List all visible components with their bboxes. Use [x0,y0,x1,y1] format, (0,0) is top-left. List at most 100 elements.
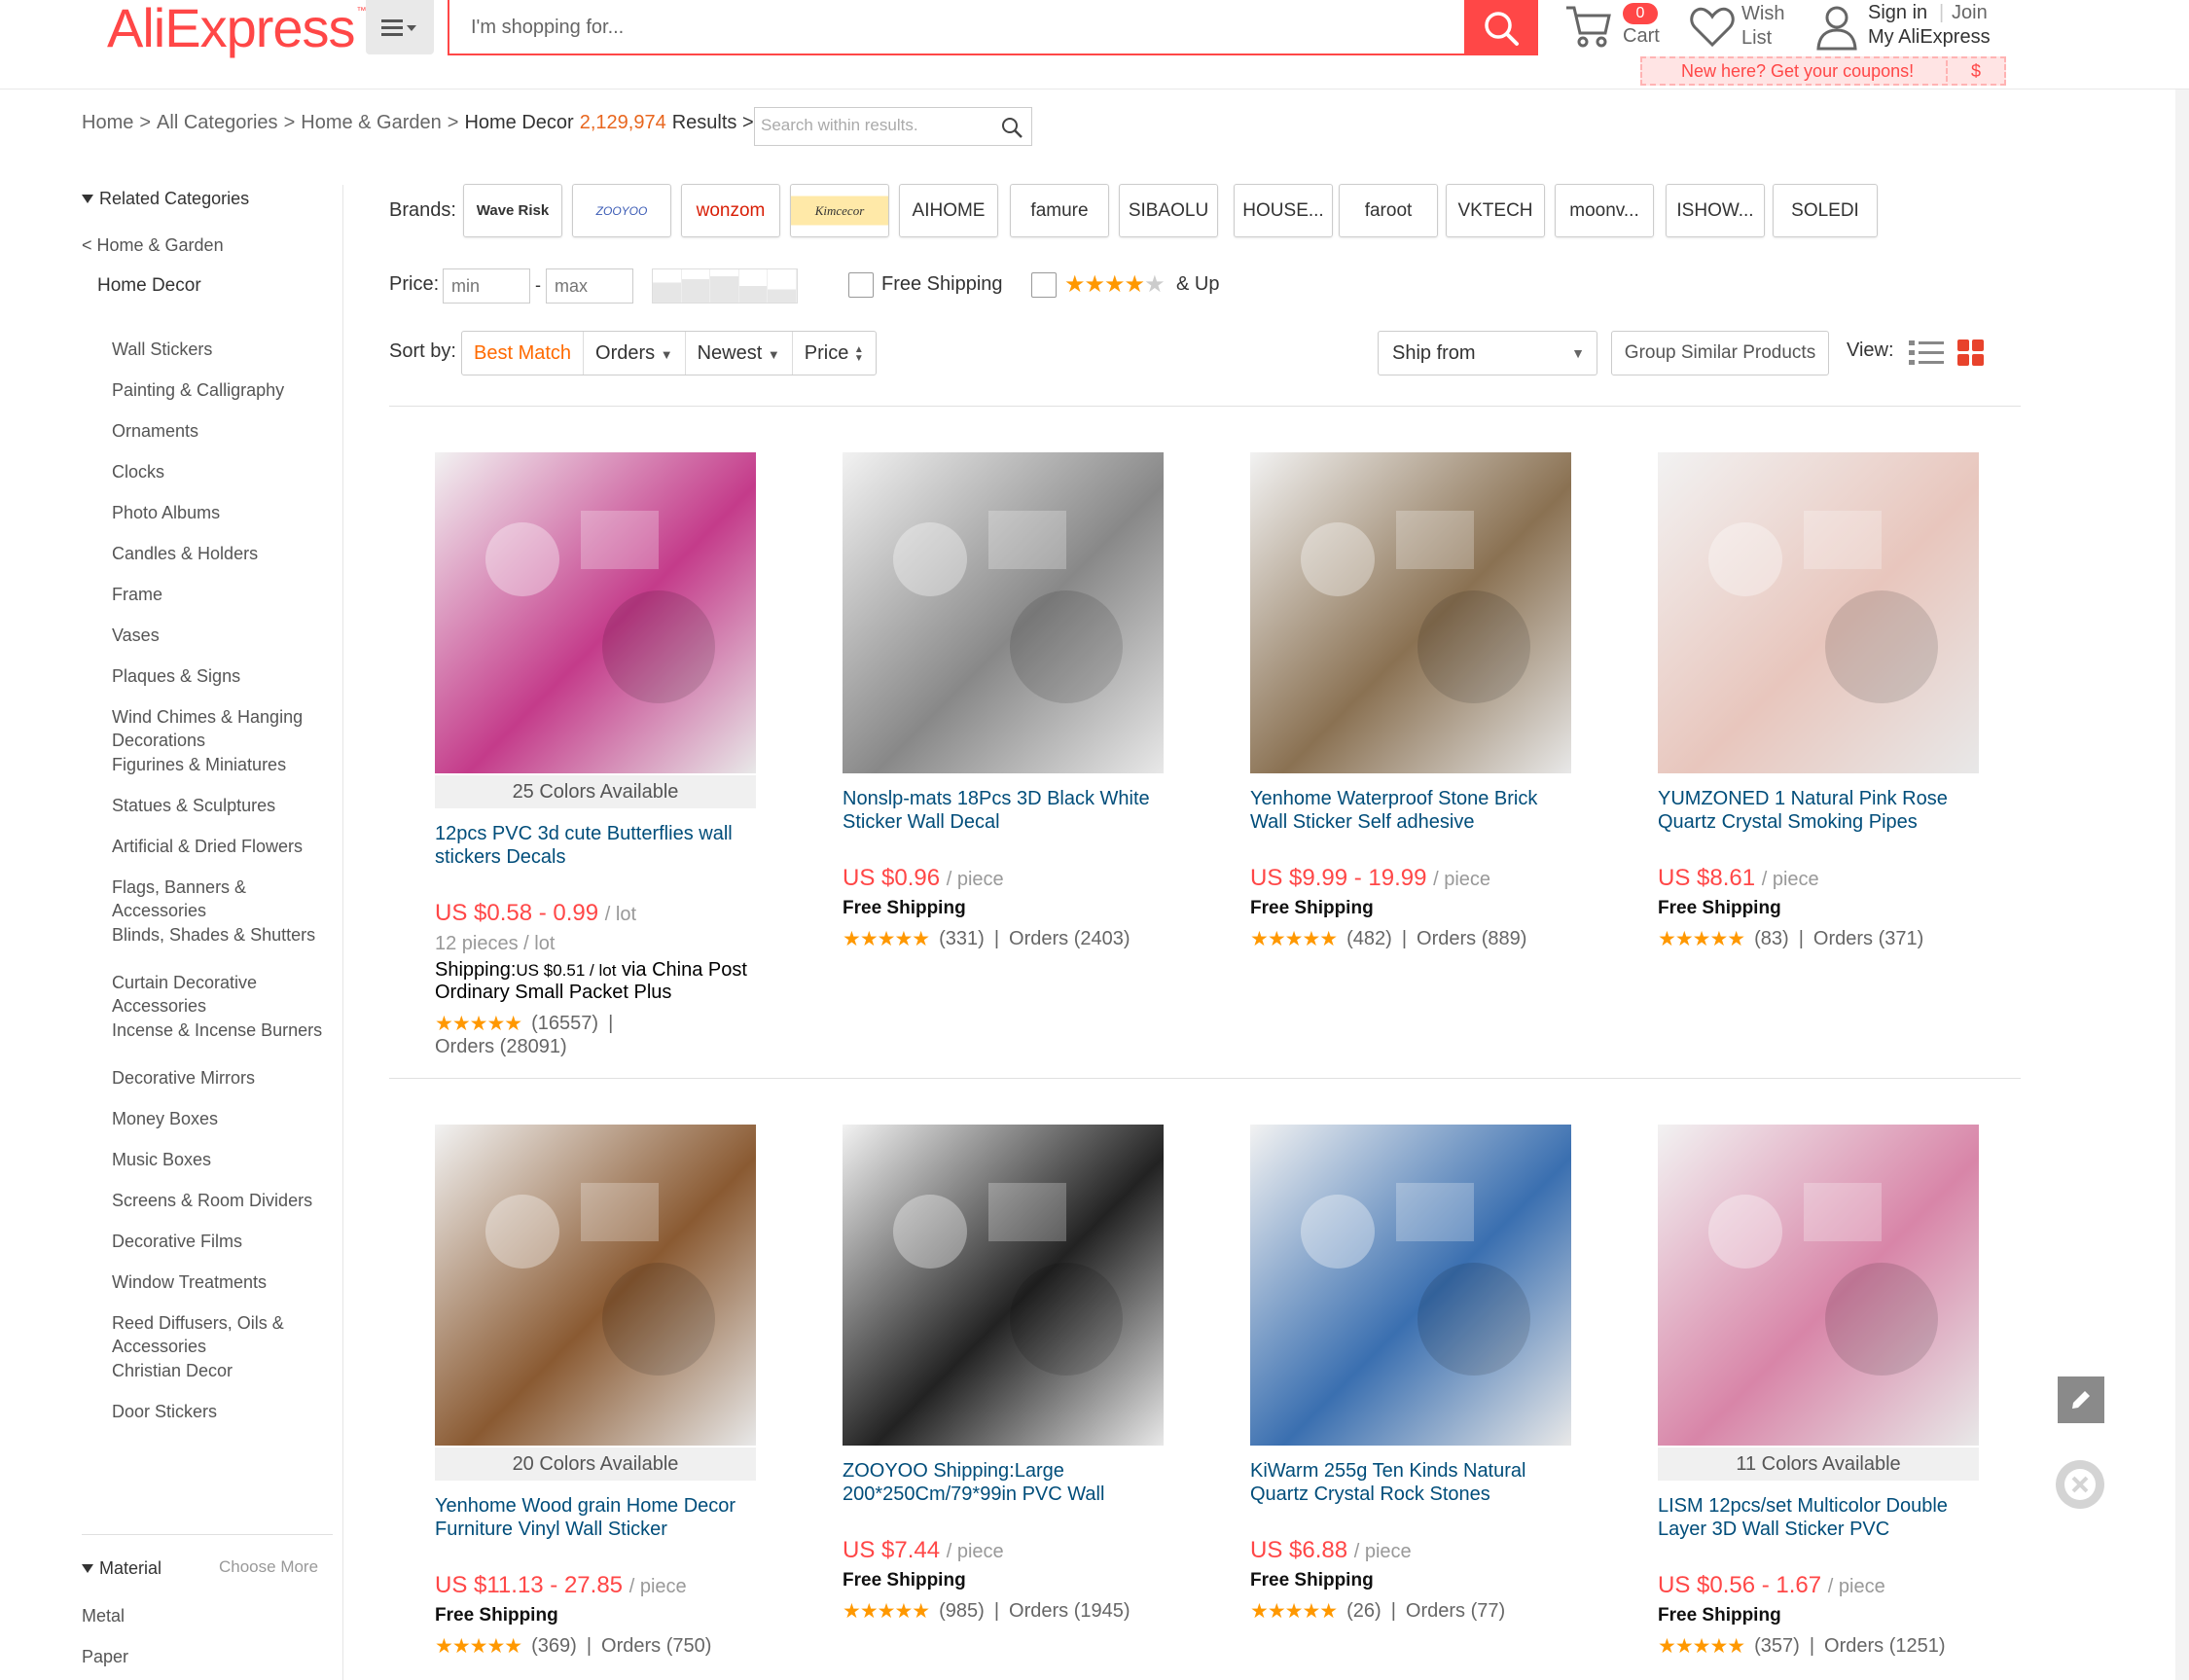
product-card[interactable]: KiWarm 255g Ten Kinds Natural Quartz Cry… [1250,1125,1571,1624]
sidebar-category-item[interactable]: Wind Chimes & Hanging Decorations [112,705,336,752]
sidebar-category-item[interactable]: Flags, Banners & Accessories [112,876,336,922]
brand-filter-item[interactable]: HOUSE... [1234,184,1333,237]
sidebar-category-item[interactable]: Window Treatments [112,1270,336,1294]
sidebar-category-item[interactable]: Music Boxes [112,1148,336,1171]
brand-filter-item[interactable]: famure [1010,184,1109,237]
feedback-edit-button[interactable] [2058,1376,2104,1423]
sidebar-category-item[interactable]: Curtain Decorative Accessories [112,971,336,1018]
review-count[interactable]: (26) [1346,1600,1382,1623]
product-title-link[interactable]: 12pcs PVC 3d cute Butterflies wall stick… [435,822,756,869]
rating-filter-checkbox[interactable] [1031,272,1057,298]
ship-from-dropdown[interactable]: Ship from ▼ [1378,331,1597,375]
price-min-input[interactable] [443,268,530,304]
sidebar-category-item[interactable]: Screens & Room Dividers [112,1189,336,1212]
order-count[interactable]: Orders (1945) [1009,1600,1130,1623]
related-categories-heading[interactable]: Related Categories [82,187,249,210]
grid-view-button[interactable] [1957,340,1985,372]
sidebar-category-item[interactable]: Photo Albums [112,501,336,524]
brand-filter-item[interactable]: moonv... [1555,184,1654,237]
brand-filter-item[interactable]: SOLEDI [1773,184,1878,237]
brand-filter-item[interactable]: ISHOW... [1666,184,1765,237]
sidebar-category-item[interactable]: Christian Decor [112,1359,336,1382]
cart-button[interactable] [1564,4,1613,54]
sidebar-category-item[interactable]: Door Stickers [112,1400,336,1423]
brand-filter-item[interactable]: AIHOME [899,184,998,237]
sort-newest[interactable]: Newest ▼ [686,332,793,375]
sidebar-category-item[interactable]: Clocks [112,460,336,483]
product-image[interactable] [843,452,1164,773]
brand-filter-item[interactable]: faroot [1339,184,1438,237]
page-scrollbar[interactable] [2175,89,2189,1680]
sidebar-category-item[interactable]: Reed Diffusers, Oils & Accessories [112,1311,336,1358]
search-button[interactable] [1464,0,1538,55]
sidebar-back-link[interactable]: < Home & Garden [82,233,224,257]
sidebar-category-item[interactable]: Plaques & Signs [112,664,336,688]
rating-filter-stars-icon[interactable]: ★★★★★ [1064,270,1166,299]
product-card[interactable]: ZOOYOO Shipping:Large 200*250Cm/79*99in … [843,1125,1164,1624]
choose-more-link[interactable]: Choose More [219,1555,318,1579]
wishlist-button[interactable] [1689,4,1736,54]
order-count[interactable]: Orders (2403) [1009,928,1130,950]
order-count[interactable]: Orders (889) [1417,928,1526,950]
search-within-input[interactable] [761,116,994,135]
product-title-link[interactable]: Yenhome Wood grain Home Decor Furniture … [435,1494,756,1541]
crumb-home-garden[interactable]: Home & Garden [301,112,442,134]
product-title-link[interactable]: ZOOYOO Shipping:Large 200*250Cm/79*99in … [843,1459,1164,1506]
product-card[interactable]: 20 Colors Available Yenhome Wood grain Ho… [435,1125,756,1659]
product-card[interactable]: Nonslp-mats 18Pcs 3D Black White Sticker… [843,452,1164,951]
search-input[interactable] [471,14,1346,41]
signin-link[interactable]: Sign in [1868,2,1927,24]
sidebar-category-item[interactable]: Blinds, Shades & Shutters [112,923,336,947]
review-count[interactable]: (83) [1754,928,1789,950]
price-max-input[interactable] [546,268,633,304]
product-card[interactable]: Yenhome Waterproof Stone Brick Wall Stic… [1250,452,1571,951]
close-floating-button[interactable] [2056,1460,2104,1509]
sidebar-category-item[interactable]: Figurines & Miniatures [112,753,336,776]
review-count[interactable]: (482) [1346,928,1392,950]
brand-filter-item[interactable]: SIBAOLU [1119,184,1218,237]
sidebar-category-item[interactable]: Candles & Holders [112,542,336,565]
sidebar-category-item[interactable]: Decorative Films [112,1230,336,1253]
my-aliexpress-link[interactable]: My AliExpress [1868,26,1991,49]
review-count[interactable]: (369) [531,1635,577,1658]
brand-filter-item[interactable]: wonzom [681,184,780,237]
sidebar-category-item[interactable]: Painting & Calligraphy [112,378,336,402]
sidebar-category-item[interactable]: Statues & Sculptures [112,794,336,817]
sidebar-category-item[interactable]: Incense & Incense Burners [112,1019,336,1042]
free-shipping-label[interactable]: Free Shipping [881,273,1003,296]
review-count[interactable]: (985) [939,1600,985,1623]
free-shipping-checkbox[interactable] [848,272,874,298]
category-menu-button[interactable] [366,0,434,54]
sidebar-category-item[interactable]: Vases [112,624,336,647]
sidebar-category-item[interactable]: Frame [112,583,336,606]
sidebar-category-item[interactable]: Artificial & Dried Flowers [112,835,336,858]
crumb-all-categories[interactable]: All Categories [157,112,278,134]
coupon-banner[interactable]: New here? Get your coupons! $ [1640,56,2006,86]
sidebar-category-item[interactable]: Ornaments [112,419,336,443]
product-image[interactable] [435,1125,756,1446]
product-title-link[interactable]: YUMZONED 1 Natural Pink Rose Quartz Crys… [1658,787,1979,834]
material-option-paper[interactable]: Paper [82,1645,128,1668]
crumb-home[interactable]: Home [82,112,133,134]
product-card[interactable]: YUMZONED 1 Natural Pink Rose Quartz Crys… [1658,452,1979,951]
order-count[interactable]: Orders (750) [601,1635,711,1658]
product-image[interactable] [843,1125,1164,1446]
sidebar-category-item[interactable]: Wall Stickers [112,338,336,361]
list-view-button[interactable] [1909,339,1944,373]
wishlist-label[interactable]: Wish List [1741,2,1800,51]
sort-price[interactable]: Price ▲ ▼ [793,332,876,375]
order-count[interactable]: Orders (371) [1813,928,1923,950]
account-icon-button[interactable] [1815,4,1858,55]
rating-filter-label[interactable]: & Up [1176,273,1219,296]
brand-filter-item[interactable]: Wave Risk [463,184,562,237]
sort-orders[interactable]: Orders ▼ [584,332,686,375]
product-title-link[interactable]: Yenhome Waterproof Stone Brick Wall Stic… [1250,787,1571,834]
product-image[interactable] [1250,452,1571,773]
brand-filter-item[interactable]: VKTECH [1446,184,1545,237]
cart-label[interactable]: Cart [1623,25,1660,48]
aliexpress-logo[interactable]: AliExpress ™ [107,0,367,59]
product-title-link[interactable]: Nonslp-mats 18Pcs 3D Black White Sticker… [843,787,1164,834]
order-count[interactable]: Orders (1251) [1824,1635,1946,1658]
review-count[interactable]: (357) [1754,1635,1800,1658]
product-title-link[interactable]: KiWarm 255g Ten Kinds Natural Quartz Cry… [1250,1459,1571,1506]
